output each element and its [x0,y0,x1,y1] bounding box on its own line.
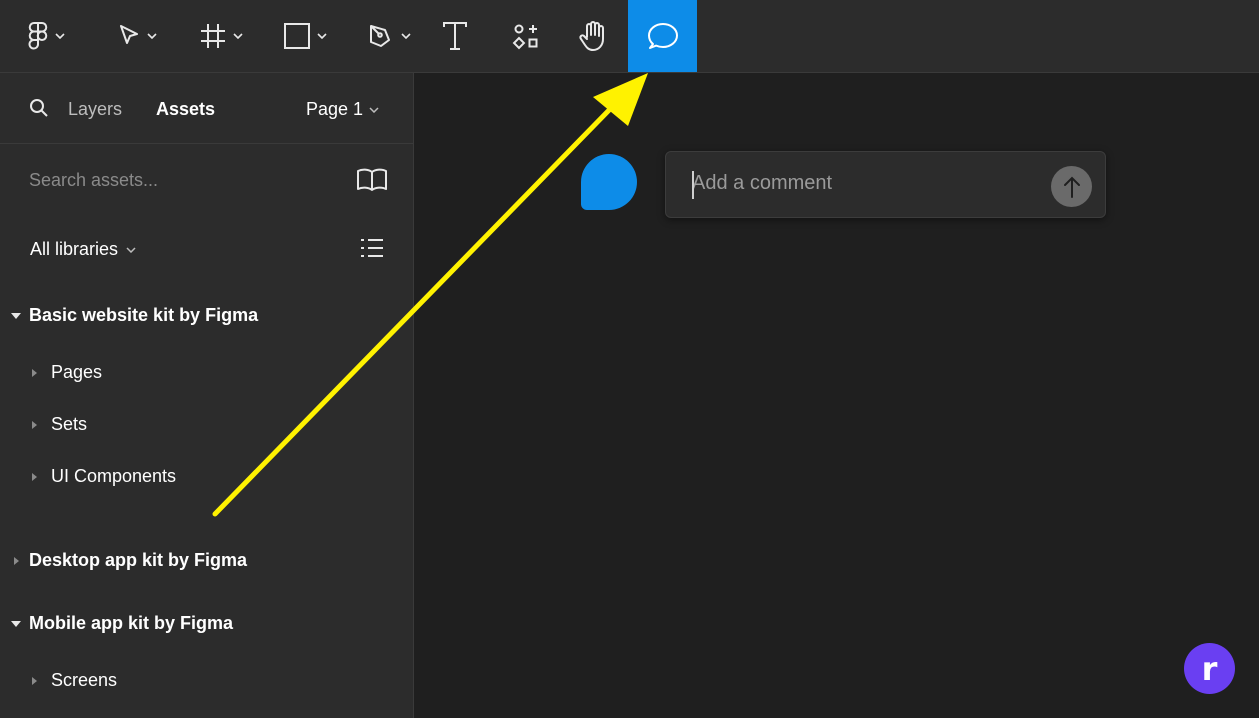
brand-logo: r [1184,643,1235,694]
chevron-down-icon [126,246,136,253]
library-name: Desktop app kit by Figma [29,550,248,570]
frame-hash-icon [201,24,225,48]
library-item[interactable]: Pages [28,362,102,383]
brand-logo-letter: r [1201,649,1218,688]
assets-panel: Layers Assets Page 1 All libraries Basic… [0,73,414,718]
caret-down-icon [10,312,22,319]
library-item-label: Screens [51,670,118,690]
chevron-down-icon [369,106,379,113]
library-item-label: Pages [51,362,103,382]
frame-tool-button[interactable] [186,0,256,72]
tab-assets[interactable]: Assets [156,99,215,120]
comment-composer [665,151,1106,218]
search-assets-input[interactable] [29,170,329,191]
chevron-down-icon [233,33,243,39]
pen-nib-icon [370,25,390,47]
shape-tool-button[interactable] [270,0,340,72]
hand-tool-button[interactable] [568,0,618,72]
caret-right-icon [28,472,40,481]
comment-pin[interactable] [581,154,637,210]
pen-tool-button[interactable] [354,0,424,72]
text-tool-button[interactable] [430,0,480,72]
text-t-icon [443,22,467,50]
tab-layers[interactable]: Layers [68,99,122,120]
caret-right-icon [28,676,40,685]
library-name: Basic website kit by Figma [29,305,259,325]
libraries-filter-label: All libraries [30,239,119,259]
caret-right-icon [28,368,40,377]
library-item[interactable]: Screens [28,670,117,691]
figma-logo-icon [28,22,48,50]
library-item[interactable]: UI Components [28,466,176,487]
comment-input[interactable] [692,172,1032,195]
search-icon[interactable] [29,98,49,123]
library-item-label: UI Components [51,466,177,486]
caret-down-icon [10,620,22,627]
library-group[interactable]: Basic website kit by Figma [10,305,258,326]
toolbar [0,0,1259,73]
arrow-up-icon [1063,176,1080,198]
move-tool-button[interactable] [102,0,172,72]
send-comment-button[interactable] [1051,166,1092,207]
libraries-filter[interactable]: All libraries [30,239,136,260]
library-name: Mobile app kit by Figma [29,613,234,633]
chevron-down-icon [147,33,157,39]
library-group[interactable]: Mobile app kit by Figma [10,613,233,634]
caret-right-icon [10,556,22,565]
resources-button[interactable] [500,0,552,72]
chevron-down-icon [401,33,411,39]
components-icon [512,24,538,50]
library-item-label: Sets [51,414,88,434]
comment-bubble-icon [647,23,678,49]
caret-right-icon [28,420,40,429]
list-view-icon[interactable] [360,237,384,264]
book-icon[interactable] [356,167,388,198]
hand-icon [579,21,604,51]
page-selector-label: Page 1 [306,99,364,119]
chevron-down-icon [55,33,65,39]
page-selector[interactable]: Page 1 [306,99,379,120]
library-group[interactable]: Desktop app kit by Figma [10,550,247,571]
text-cursor [692,171,694,199]
panel-tabs: Layers Assets Page 1 [0,73,413,144]
library-item[interactable]: Sets [28,414,87,435]
rectangle-icon [284,23,310,49]
chevron-down-icon [317,33,327,39]
comment-tool-button[interactable] [628,0,697,72]
move-cursor-icon [120,25,138,44]
main-menu-button[interactable] [16,0,76,72]
